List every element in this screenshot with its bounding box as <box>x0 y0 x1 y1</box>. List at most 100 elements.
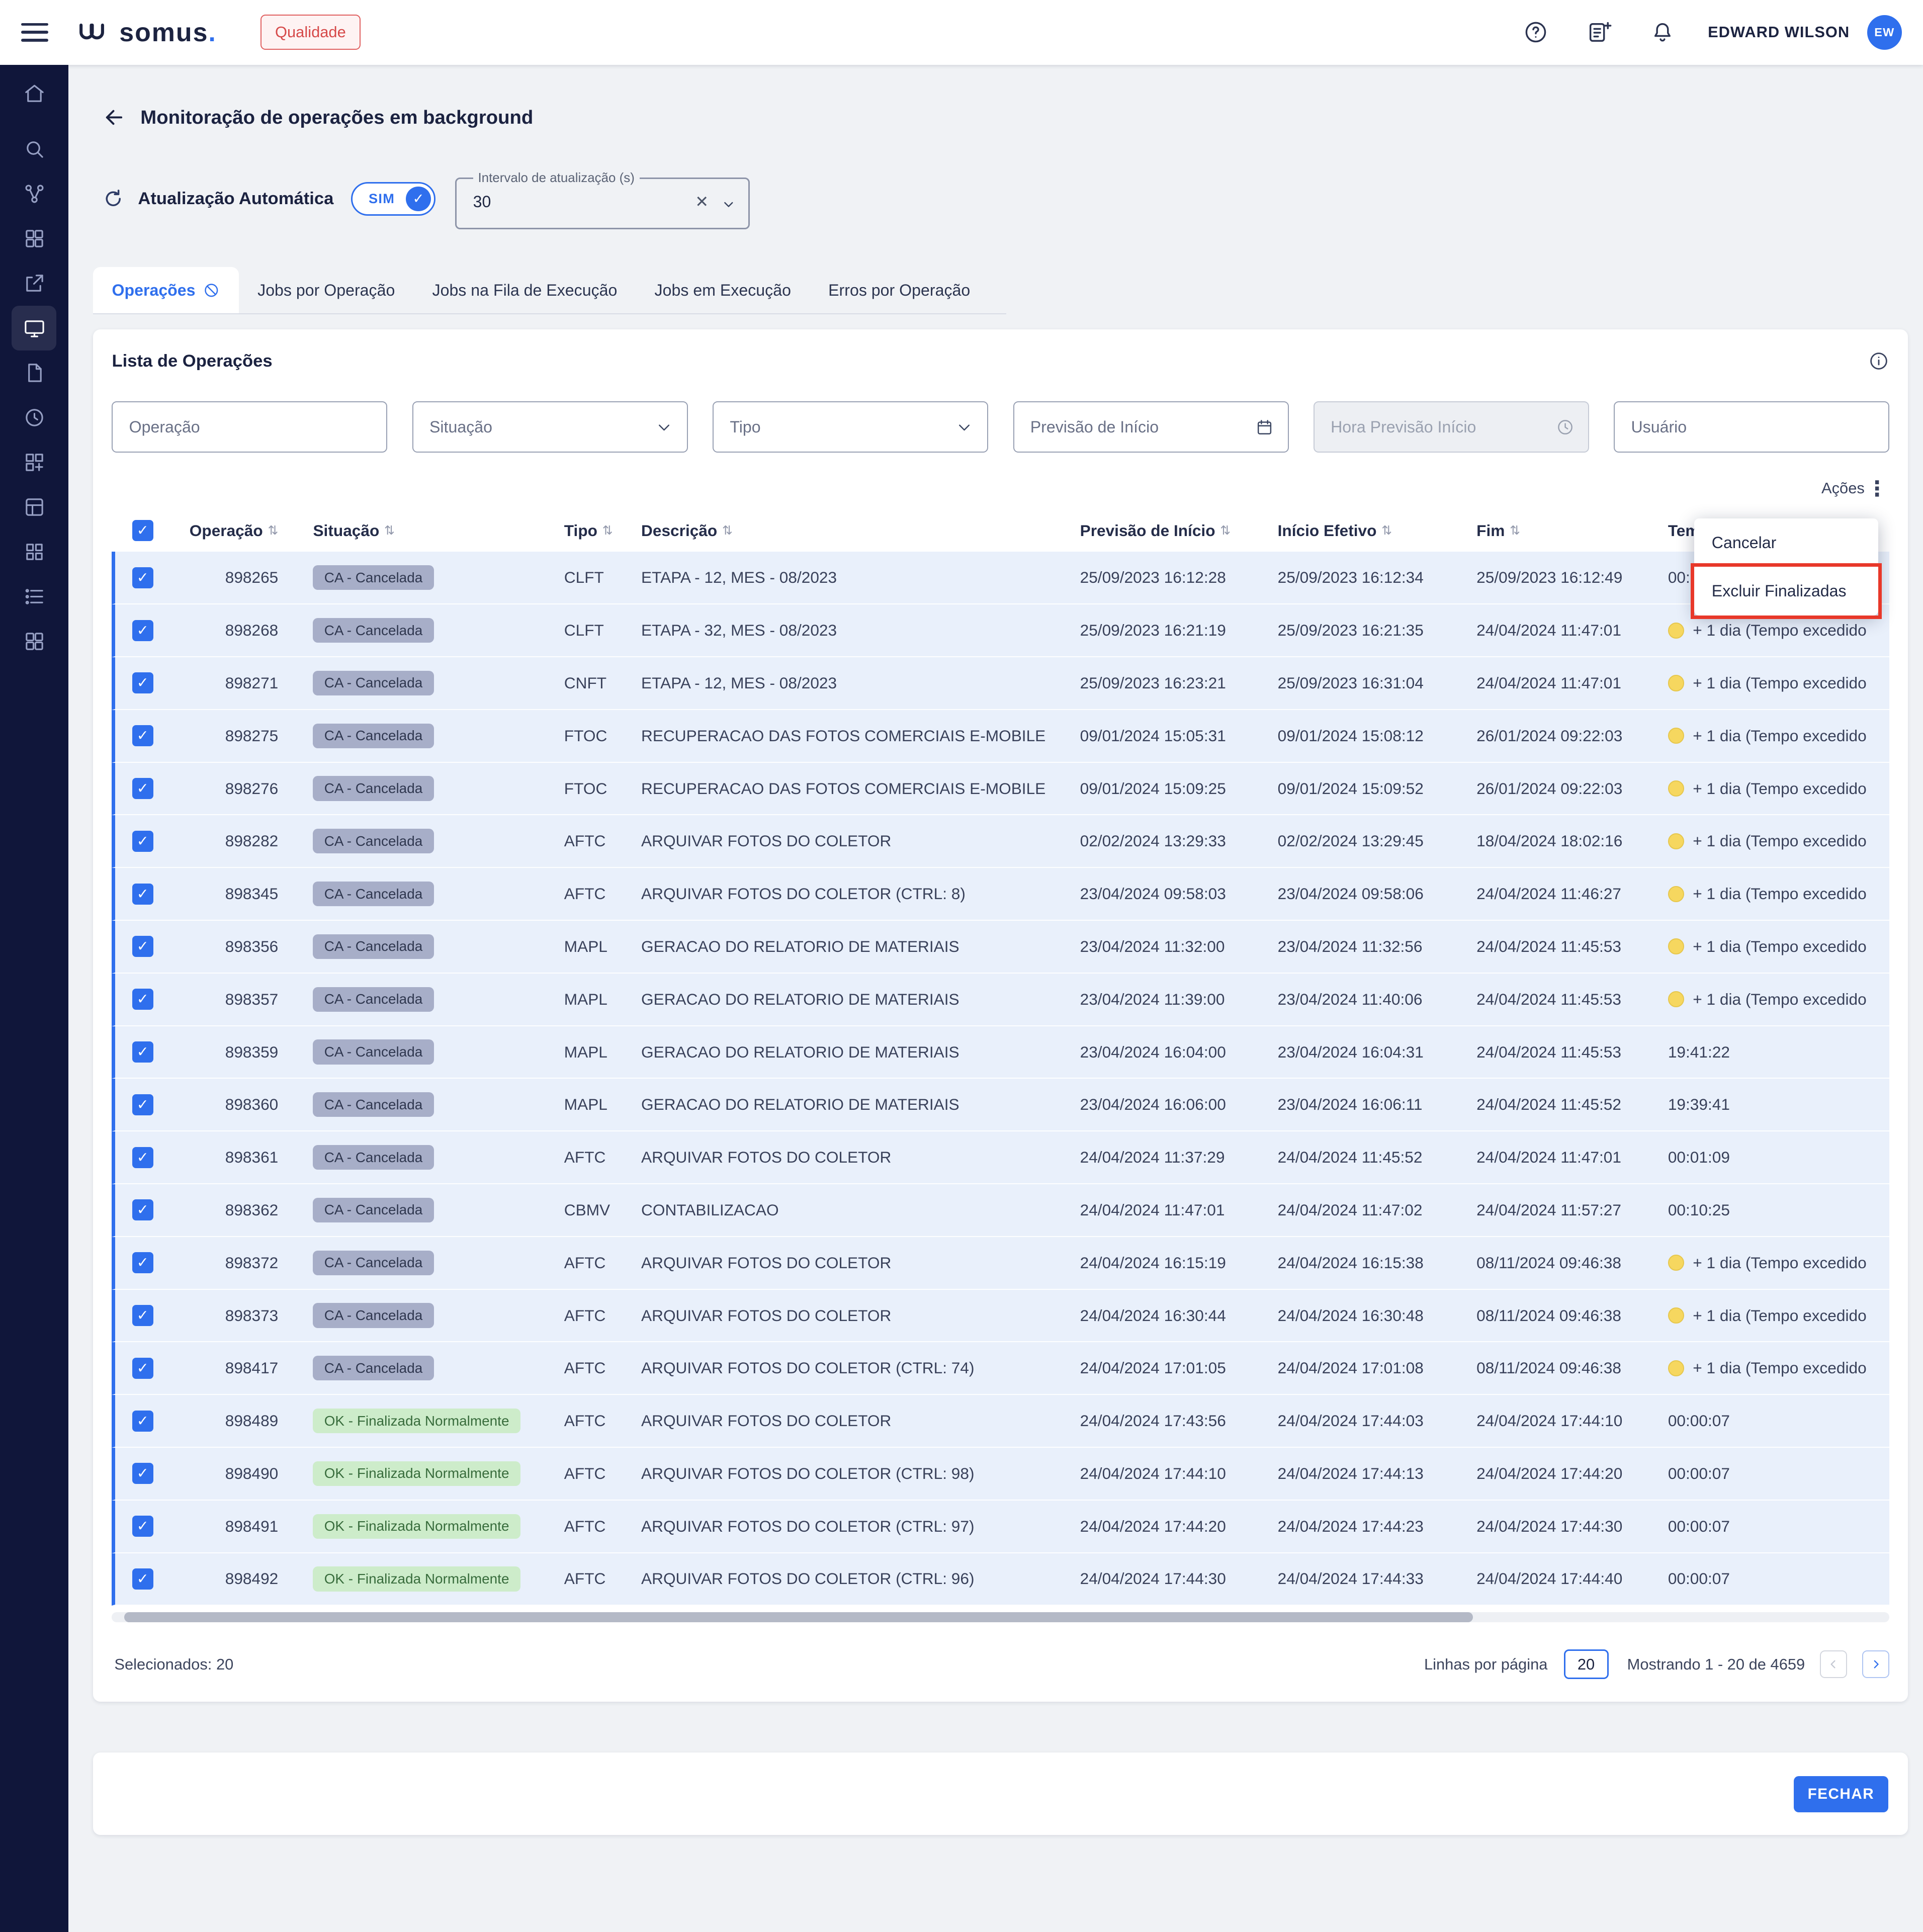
tab-jobs-na-fila-de-execucao[interactable]: Jobs na Fila de Execução <box>413 267 636 313</box>
tab-erros-por-operacao[interactable]: Erros por Operação <box>810 267 989 313</box>
refresh-icon[interactable] <box>102 188 124 210</box>
rows-per-page-input[interactable]: 20 <box>1564 1649 1609 1679</box>
sidebar-item-modules-d[interactable] <box>12 619 56 664</box>
table-row[interactable]: ✓898490OK - Finalizada NormalmenteAFTCAR… <box>112 1448 1889 1501</box>
row-checkbox[interactable]: ✓ <box>132 936 153 957</box>
interval-value[interactable]: 30 <box>473 193 695 211</box>
sidebar-item-apps[interactable] <box>12 216 56 261</box>
back-arrow-icon[interactable] <box>102 106 126 129</box>
table-row[interactable]: ✓898359CA - CanceladaMAPLGERACAO DO RELA… <box>112 1026 1889 1079</box>
column-header-operacao[interactable]: Operação⇅ <box>170 521 305 540</box>
sidebar-item-modules-c[interactable] <box>12 530 56 574</box>
sidebar-item-search[interactable] <box>12 127 56 171</box>
row-checkbox[interactable]: ✓ <box>132 1568 153 1590</box>
row-checkbox[interactable]: ✓ <box>132 1094 153 1115</box>
row-checkbox[interactable]: ✓ <box>132 1252 153 1273</box>
column-header-inicio-efetivo[interactable]: Início Efetivo⇅ <box>1270 521 1469 540</box>
table-row[interactable]: ✓898373CA - CanceladaAFTCARQUIVAR FOTOS … <box>112 1290 1889 1343</box>
table-row[interactable]: ✓898345CA - CanceladaAFTCARQUIVAR FOTOS … <box>112 868 1889 921</box>
table-row[interactable]: ✓898361CA - CanceladaAFTCARQUIVAR FOTOS … <box>112 1131 1889 1184</box>
row-checkbox[interactable]: ✓ <box>132 1411 153 1432</box>
cell-operacao: 898268 <box>170 621 305 640</box>
row-checkbox[interactable]: ✓ <box>132 725 153 746</box>
table-row[interactable]: ✓898417CA - CanceladaAFTCARQUIVAR FOTOS … <box>112 1342 1889 1395</box>
tab-jobs-por-operacao[interactable]: Jobs por Operação <box>239 267 413 313</box>
close-button[interactable]: FECHAR <box>1794 1776 1888 1812</box>
filter-previsao-de-inicio[interactable]: Previsão de Início <box>1013 401 1289 452</box>
sidebar-item-hierarchy[interactable] <box>12 171 56 216</box>
column-header-previsao-de-inicio[interactable]: Previsão de Início⇅ <box>1073 521 1270 540</box>
row-checkbox[interactable]: ✓ <box>132 1305 153 1326</box>
select-all-checkbox[interactable]: ✓ <box>132 520 153 541</box>
table-row[interactable]: ✓898271CA - CanceladaCNFTETAPA - 12, MES… <box>112 657 1889 710</box>
table-row[interactable]: ✓898356CA - CanceladaMAPLGERACAO DO RELA… <box>112 921 1889 974</box>
hamburger-menu-icon[interactable] <box>21 23 48 42</box>
row-checkbox[interactable]: ✓ <box>132 989 153 1010</box>
scrollbar-thumb[interactable] <box>124 1612 1473 1622</box>
tab-operacoes[interactable]: Operações <box>93 267 239 313</box>
row-checkbox[interactable]: ✓ <box>132 1358 153 1379</box>
previous-page-button[interactable] <box>1820 1650 1847 1678</box>
tab-jobs-em-execucao[interactable]: Jobs em Execução <box>636 267 810 313</box>
row-checkbox[interactable]: ✓ <box>132 1041 153 1063</box>
filter-situacao[interactable]: Situação <box>412 401 688 452</box>
column-header-situacao[interactable]: Situação⇅ <box>306 521 557 540</box>
table-row[interactable]: ✓898275CA - CanceladaFTOCRECUPERACAO DAS… <box>112 710 1889 763</box>
row-checkbox[interactable]: ✓ <box>132 1147 153 1168</box>
info-icon[interactable] <box>1868 350 1889 372</box>
user-name[interactable]: EDWARD WILSON <box>1708 23 1850 41</box>
table-row[interactable]: ✓898372CA - CanceladaAFTCARQUIVAR FOTOS … <box>112 1237 1889 1290</box>
table-row[interactable]: ✓898492OK - Finalizada NormalmenteAFTCAR… <box>112 1553 1889 1606</box>
sidebar-item-home[interactable] <box>12 71 56 116</box>
chevron-down-icon[interactable] <box>721 194 736 209</box>
table-row[interactable]: ✓898491OK - Finalizada NormalmenteAFTCAR… <box>112 1501 1889 1553</box>
table-row[interactable]: ✓898362CA - CanceladaCBMVCONTABILIZACAO2… <box>112 1184 1889 1237</box>
row-checkbox[interactable]: ✓ <box>132 567 153 588</box>
table-row[interactable]: ✓898360CA - CanceladaMAPLGERACAO DO RELA… <box>112 1079 1889 1131</box>
avatar[interactable]: EW <box>1867 15 1902 50</box>
cell-operacao: 898490 <box>170 1464 305 1483</box>
column-header-fim[interactable]: Fim⇅ <box>1469 521 1660 540</box>
sidebar-item-documents[interactable] <box>12 350 56 395</box>
notifications-bell-icon[interactable] <box>1649 19 1676 45</box>
help-icon[interactable] <box>1523 19 1549 45</box>
sidebar-item-monitoring[interactable] <box>12 306 56 350</box>
column-header-tipo[interactable]: Tipo⇅ <box>557 521 634 540</box>
sidebar-item-modules-b[interactable] <box>12 485 56 530</box>
auto-refresh-toggle[interactable]: SIM ✓ <box>351 182 435 216</box>
menu-item-cancelar[interactable]: Cancelar <box>1694 518 1878 567</box>
row-checkbox[interactable]: ✓ <box>132 884 153 905</box>
warning-dot-icon <box>1668 938 1684 954</box>
row-checkbox[interactable]: ✓ <box>132 620 153 641</box>
actions-label[interactable]: Ações <box>1821 479 1865 497</box>
sidebar-item-schedule[interactable] <box>12 395 56 440</box>
sidebar-item-queue[interactable] <box>12 574 56 619</box>
sidebar-item-external[interactable] <box>12 261 56 306</box>
table-row[interactable]: ✓898265CA - CanceladaCLFTETAPA - 12, MES… <box>112 552 1889 604</box>
kebab-menu-icon[interactable]: ⋮ <box>1865 476 1889 501</box>
menu-item-excluir-finalizadas[interactable]: Excluir Finalizadas <box>1694 567 1878 615</box>
table-row[interactable]: ✓898357CA - CanceladaMAPLGERACAO DO RELA… <box>112 974 1889 1026</box>
row-checkbox[interactable]: ✓ <box>132 1516 153 1537</box>
table-row[interactable]: ✓898268CA - CanceladaCLFTETAPA - 32, MES… <box>112 604 1889 657</box>
table-row[interactable]: ✓898489OK - Finalizada NormalmenteAFTCAR… <box>112 1395 1889 1448</box>
next-page-button[interactable] <box>1862 1650 1889 1678</box>
column-header-descricao[interactable]: Descrição⇅ <box>634 521 1073 540</box>
interval-field[interactable]: Intervalo de atualização (s) 30 ✕ <box>455 171 750 229</box>
sidebar-item-modules-a[interactable] <box>12 440 56 485</box>
operations-panel: Lista de Operações OperaçãoSituaçãoTipoP… <box>93 329 1908 1702</box>
filter-usuario[interactable]: Usuário <box>1614 401 1889 452</box>
filter-tipo[interactable]: Tipo <box>713 401 988 452</box>
brand-logo[interactable]: somus. <box>77 19 216 46</box>
row-checkbox[interactable]: ✓ <box>132 1199 153 1220</box>
table-row[interactable]: ✓898276CA - CanceladaFTOCRECUPERACAO DAS… <box>112 763 1889 816</box>
row-checkbox[interactable]: ✓ <box>132 778 153 799</box>
table-row[interactable]: ✓898282CA - CanceladaAFTCARQUIVAR FOTOS … <box>112 815 1889 868</box>
filter-operacao[interactable]: Operação <box>112 401 387 452</box>
clear-icon[interactable]: ✕ <box>695 192 709 211</box>
cell-descricao: ARQUIVAR FOTOS DO COLETOR (CTRL: 8) <box>634 885 1073 903</box>
notes-add-icon[interactable] <box>1586 19 1612 45</box>
row-checkbox[interactable]: ✓ <box>132 1463 153 1484</box>
row-checkbox[interactable]: ✓ <box>132 831 153 852</box>
row-checkbox[interactable]: ✓ <box>132 672 153 693</box>
